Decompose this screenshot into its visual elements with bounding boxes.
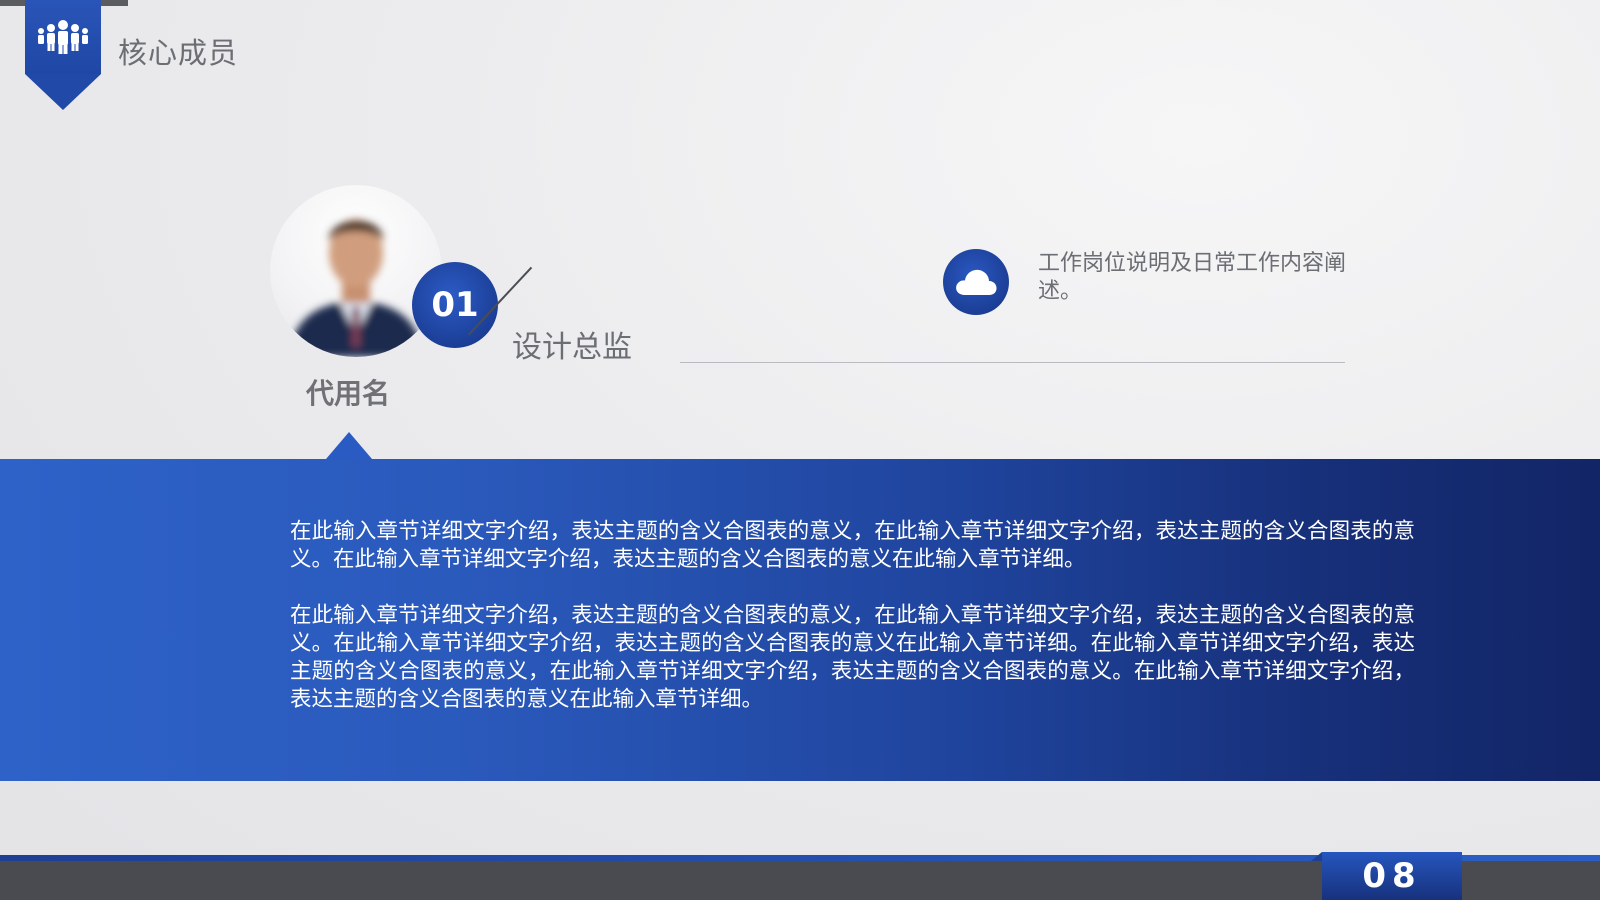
member-avatar xyxy=(270,185,442,357)
band-pointer xyxy=(326,432,372,459)
member-role: 设计总监 xyxy=(512,330,632,365)
description-badge xyxy=(943,249,1009,315)
body-text: 在此输入章节详细文字介绍，表达主题的含义合图表的意义，在此输入章节详细文字介绍，… xyxy=(290,518,1415,742)
member-name: 代用名 xyxy=(306,377,391,410)
page-number: 08 xyxy=(1322,852,1462,900)
portrait-photo xyxy=(288,219,424,357)
section-badge-tip xyxy=(25,74,101,110)
body-paragraph: 在此输入章节详细文字介绍，表达主题的含义合图表的意义，在此输入章节详细文字介绍，… xyxy=(290,519,1415,572)
team-icon xyxy=(38,20,88,54)
description-divider xyxy=(680,362,1345,363)
section-title: 核心成员 xyxy=(118,36,239,70)
job-description: 工作岗位说明及日常工作内容阐述。 xyxy=(1038,251,1347,304)
cloud-icon xyxy=(956,269,997,295)
page-number-notch xyxy=(1311,852,1322,861)
body-paragraph: 在此输入章节详细文字介绍，表达主题的含义合图表的意义，在此输入章节详细文字介绍，… xyxy=(290,603,1415,712)
member-number-badge: 01 xyxy=(412,262,498,348)
section-badge xyxy=(25,0,101,74)
